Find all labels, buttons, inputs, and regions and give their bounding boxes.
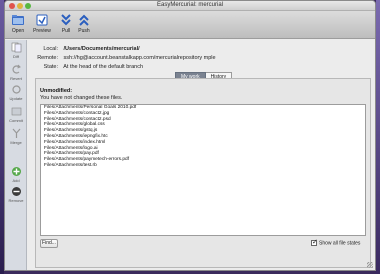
update-icon [11,85,21,94]
local-path-value: /Users/Documents/mercurial/ [63,46,140,52]
diff-icon [11,42,21,53]
show-all-file-states-toggle[interactable]: Show all file states [311,238,361,247]
show-all-label: Show all file states [319,240,361,247]
revert-button[interactable]: Revert [5,64,27,81]
local-label: Local: [43,46,58,52]
action-sidebar: Diff Revert Update Commit Merge Add Remo… [5,40,27,270]
remove-button[interactable]: Remove [5,186,27,203]
desktop-background-right [376,0,380,274]
local-path-row: Local: /Users/Documents/mercurial/ [35,46,140,52]
find-button[interactable]: Find... [40,239,58,248]
open-folder-icon [12,15,24,25]
my-work-panel: Unmodified: You have not changed these f… [35,78,371,268]
commit-button[interactable]: Commit [5,106,27,123]
unmodified-description: You have not changed these files. [40,95,123,101]
add-button[interactable]: Add [5,166,27,183]
push-button[interactable]: Push [73,13,95,37]
preview-icon [36,14,48,26]
main-content: Local: /Users/Documents/mercurial/ Remot… [29,40,375,270]
revert-icon [12,64,21,74]
commit-icon [11,107,21,116]
window-title: EasyMercurial: mercurial [156,2,223,8]
add-icon [11,167,21,176]
update-button[interactable]: Update [5,84,27,101]
merge-icon [12,128,20,138]
file-list-item[interactable]: Files/Attachments/test.rb [41,163,365,169]
unmodified-heading: Unmodified: [40,88,73,94]
show-all-checkbox[interactable] [311,238,318,246]
state-row: State: At the head of the default branch [35,64,143,70]
remote-url-row: Remote: ssh://hg@account.beanstalkapp.co… [35,55,216,61]
diff-button[interactable]: Diff [5,42,27,59]
remove-icon [11,187,21,196]
remote-label: Remote: [37,55,58,61]
pull-icon [61,14,71,26]
title-bar: EasyMercurial: mercurial [5,1,375,11]
unmodified-file-list[interactable]: Files/Attachments/Personal Goals 2010.pd… [40,104,366,236]
state-label: State: [43,64,58,70]
push-icon [79,14,89,26]
preview-button[interactable]: Preview [31,13,53,37]
resize-grip-icon[interactable] [367,262,373,268]
open-button[interactable]: Open [7,13,29,37]
merge-button[interactable]: Merge [5,128,27,145]
app-window: EasyMercurial: mercurial Open Preview Pu… [4,0,376,271]
remote-url-value: ssh://hg@account.beanstalkapp.com/mercur… [63,55,216,61]
toolbar: Open Preview Pull Push [5,11,375,39]
state-value: At the head of the default branch [63,64,144,70]
